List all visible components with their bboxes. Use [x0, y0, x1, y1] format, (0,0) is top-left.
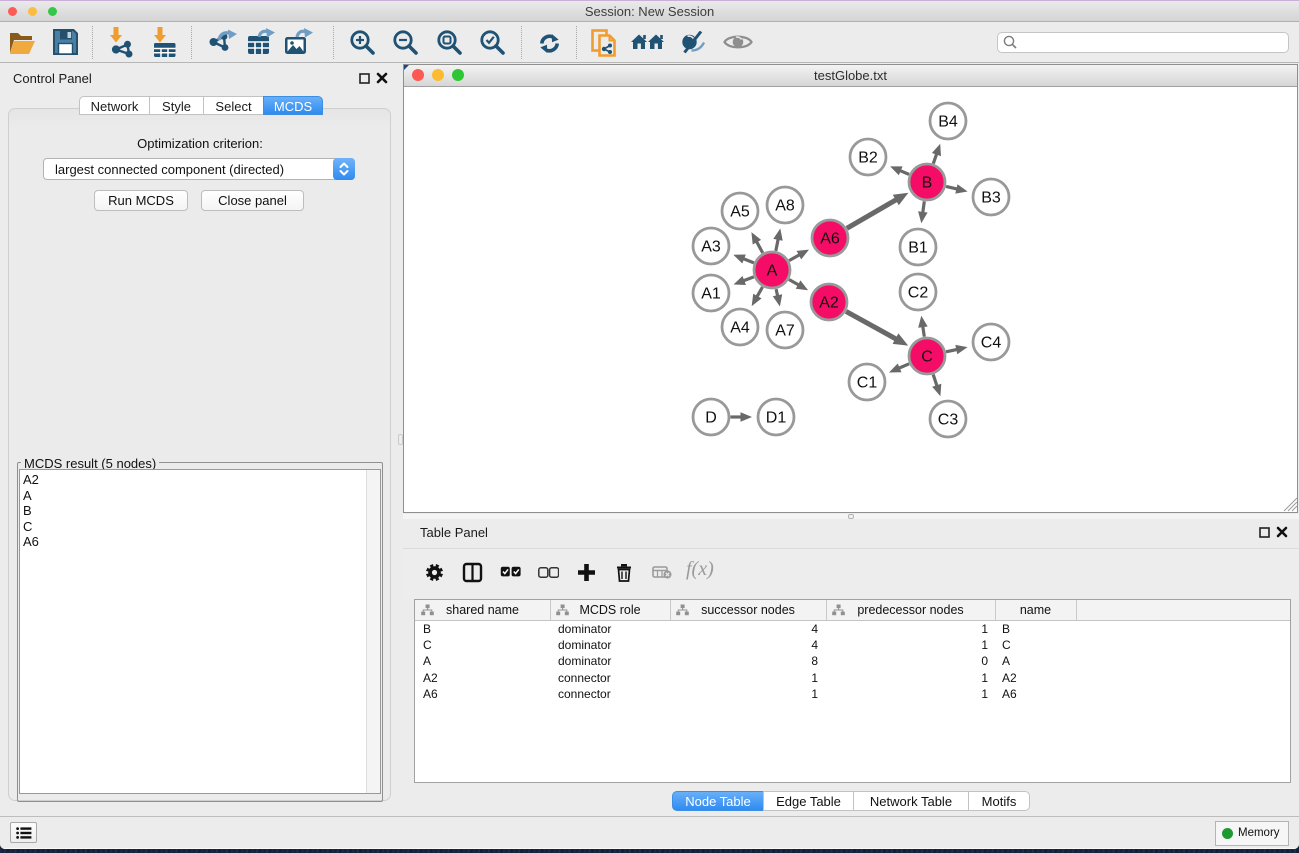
svg-text:D1: D1: [766, 410, 787, 427]
svg-text:A3: A3: [701, 239, 721, 256]
svg-text:C3: C3: [938, 412, 959, 429]
svg-text:C2: C2: [908, 285, 929, 302]
svg-text:A7: A7: [775, 323, 795, 340]
svg-text:A4: A4: [730, 320, 750, 337]
svg-text:B4: B4: [938, 114, 958, 131]
svg-text:C1: C1: [857, 375, 878, 392]
svg-text:A5: A5: [730, 204, 750, 221]
svg-text:A2: A2: [819, 295, 839, 312]
svg-text:B2: B2: [858, 150, 878, 167]
svg-text:B1: B1: [908, 240, 928, 257]
svg-text:C4: C4: [981, 335, 1002, 352]
svg-text:C: C: [921, 349, 933, 366]
svg-text:B: B: [922, 175, 933, 192]
svg-text:A1: A1: [701, 286, 721, 303]
svg-text:A: A: [767, 263, 778, 280]
svg-text:B3: B3: [981, 190, 1001, 207]
svg-text:A6: A6: [820, 231, 840, 248]
svg-text:D: D: [705, 410, 717, 427]
svg-text:A8: A8: [775, 198, 795, 215]
